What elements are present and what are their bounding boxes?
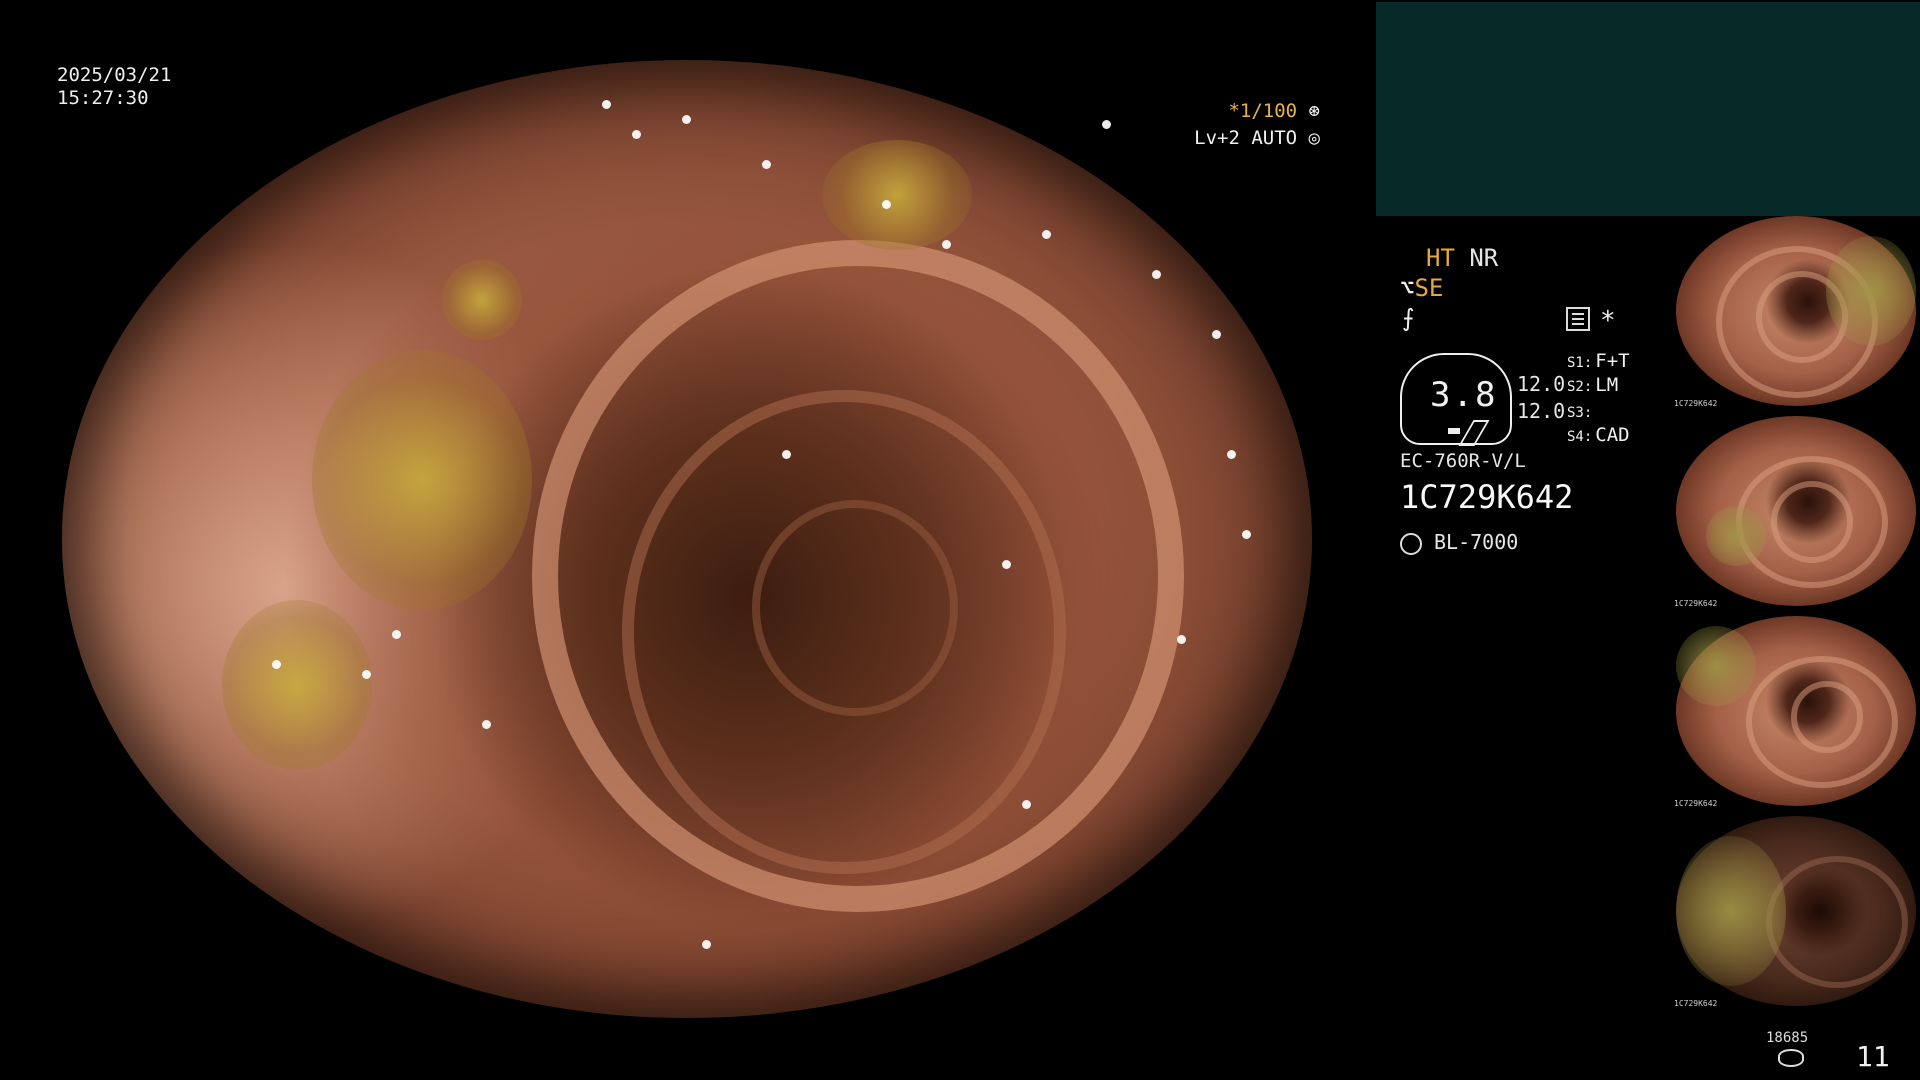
se-label: SE xyxy=(1414,274,1444,302)
light-source: BL-7000 xyxy=(1400,530,1518,555)
switch-key: S3: xyxy=(1567,405,1593,421)
thumbnail-1[interactable]: 1C729K642 xyxy=(1672,216,1920,412)
light-source-icon xyxy=(1400,532,1422,555)
scope-serial: 1C729K642 xyxy=(1400,478,1574,516)
list-icon xyxy=(1566,307,1590,331)
nr-label: NR xyxy=(1469,244,1499,272)
image-count: 18685 xyxy=(1766,1030,1809,1046)
endoscope-image xyxy=(62,60,1312,1018)
switch-value: LM xyxy=(1595,374,1619,396)
thumbnail-2[interactable]: 1C729K642 xyxy=(1672,416,1920,612)
switch-row-s4: S4: CAD xyxy=(1567,424,1630,446)
time-text: 15:27:30 xyxy=(57,87,149,109)
zoom-value: 3.8 xyxy=(1430,375,1498,415)
f-icon: ⨍ xyxy=(1402,304,1415,332)
scope-model: EC-760R-V/L xyxy=(1400,450,1526,472)
zoom-mark xyxy=(1448,428,1460,434)
disk-icon xyxy=(1778,1049,1804,1067)
thumbnail-3[interactable]: 1C729K642 xyxy=(1672,616,1920,812)
aperture-icon: ⊛ xyxy=(1308,100,1320,122)
thumbnail-caption: 1C729K642 xyxy=(1674,399,1718,408)
ht-label: HT xyxy=(1426,244,1455,272)
shutter-text: *1/100 xyxy=(1228,100,1298,122)
page-number: 11 xyxy=(1856,1040,1890,1073)
switch-value: CAD xyxy=(1595,424,1630,446)
thumbnail-image xyxy=(1676,216,1916,406)
scope-icon: ⌥ xyxy=(1400,274,1415,302)
endoscope-view xyxy=(62,60,1312,1018)
thumbnail-caption: 1C729K642 xyxy=(1674,999,1718,1008)
thumbnail-caption: 1C729K642 xyxy=(1674,599,1718,608)
thumbnail-4[interactable]: 1C729K642 xyxy=(1672,816,1920,1012)
switch-row-s3: S3: xyxy=(1567,400,1595,422)
value-a: 12.0 xyxy=(1517,372,1566,396)
shutter-indicator: *1/100 ⊛ xyxy=(1228,100,1320,122)
iris-icon: ◎ xyxy=(1308,127,1320,149)
info-box xyxy=(1376,2,1920,216)
switch-row-s1: S1: F+T xyxy=(1567,350,1630,372)
level-indicator: Lv+2 AUTO ◎ xyxy=(1194,127,1320,149)
switch-key: S4: xyxy=(1567,429,1593,445)
light-source-label: BL-7000 xyxy=(1434,530,1519,554)
asterisk-icon: * xyxy=(1600,306,1616,336)
level-text: Lv+2 AUTO xyxy=(1194,127,1298,149)
thumbnail-image xyxy=(1676,816,1916,1006)
switch-value: F+T xyxy=(1595,350,1630,372)
thumbnail-image xyxy=(1676,616,1916,806)
date-text: 2025/03/21 xyxy=(57,64,172,86)
switch-key: S2: xyxy=(1567,379,1593,395)
thumbnail-image xyxy=(1676,416,1916,606)
ht-nr-line: HT NR xyxy=(1426,244,1498,272)
switch-key: S1: xyxy=(1567,355,1593,371)
thumbnail-caption: 1C729K642 xyxy=(1674,799,1718,808)
switch-row-s2: S2: LM xyxy=(1567,374,1618,396)
se-line: ⌥SE xyxy=(1400,274,1443,302)
datetime-overlay: 2025/03/21 15:27:30 xyxy=(57,64,171,110)
value-b: 12.0 xyxy=(1517,399,1566,423)
